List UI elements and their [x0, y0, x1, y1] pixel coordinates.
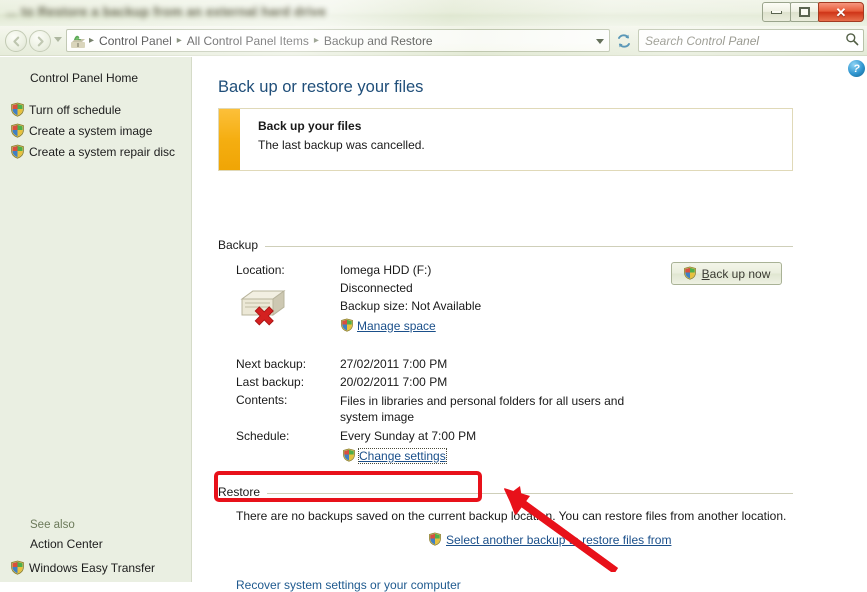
breadcrumb-control-panel[interactable]: Control Panel	[96, 33, 175, 49]
breadcrumb-backup-and-restore[interactable]: Backup and Restore	[321, 33, 436, 49]
backup-status-alert: Back up your files The last backup was c…	[218, 108, 793, 171]
manage-space-label: Manage space	[357, 318, 436, 333]
recent-pages-chevron-down-icon[interactable]	[54, 37, 62, 42]
external-drive-disconnected-icon	[236, 285, 290, 333]
shield-icon	[428, 532, 443, 547]
sidebar-item-turn-off-schedule[interactable]: Turn off schedule	[0, 99, 192, 120]
close-button[interactable]: ✕	[818, 2, 864, 22]
sidebar-item-label: Create a system repair disc	[29, 144, 176, 159]
recover-system-settings-link[interactable]: Recover system settings or your computer	[236, 578, 461, 592]
alert-description: The last backup was cancelled.	[258, 138, 425, 152]
select-another-backup-label: Select another backup to restore files f…	[446, 532, 672, 547]
minimize-icon	[771, 10, 782, 14]
alert-title: Back up your files	[258, 119, 362, 133]
shield-icon	[340, 318, 355, 333]
shield-icon	[10, 102, 25, 117]
next-backup-value: 27/02/2011 7:00 PM	[340, 357, 448, 371]
back-up-now-label: Back up now	[701, 266, 771, 281]
window-controls: ✕	[762, 2, 864, 22]
shield-icon	[683, 266, 698, 281]
sidebar-item-label: Windows Easy Transfer	[29, 560, 156, 575]
change-settings-link[interactable]: Change settings	[340, 447, 448, 464]
address-dropdown-chevron-down-icon[interactable]	[596, 39, 604, 44]
forward-button[interactable]	[29, 30, 51, 52]
breadcrumb-all-control-panel-items[interactable]: All Control Panel Items	[184, 33, 312, 49]
close-icon: ✕	[835, 4, 847, 20]
recover-system-settings-label: Recover system settings or your computer	[236, 578, 461, 592]
back-arrow-icon	[12, 36, 19, 46]
restore-group-label: Restore	[218, 485, 261, 499]
alert-accent-bar	[219, 109, 240, 170]
shield-icon	[10, 560, 25, 575]
refresh-button[interactable]	[612, 29, 636, 52]
maximize-icon	[799, 7, 810, 17]
location-status: Disconnected	[340, 281, 413, 295]
location-value: Iomega HDD (F:)	[340, 263, 432, 277]
address-toolbar: ▸ Control Panel ▸ All Control Panel Item…	[0, 26, 867, 56]
sidebar: Control Panel Home Turn off schedule Cre…	[0, 57, 192, 582]
back-button[interactable]	[5, 30, 27, 52]
window-title: ... to Restore a backup from an external…	[6, 4, 327, 19]
sidebar-item-label: Create a system image	[29, 123, 153, 138]
help-icon[interactable]: ?	[848, 60, 865, 77]
sidebar-top-section: Control Panel Home Turn off schedule Cre…	[0, 57, 192, 162]
backup-group-label: Backup	[218, 238, 259, 252]
manage-space-link[interactable]: Manage space	[340, 318, 436, 333]
schedule-value: Every Sunday at 7:00 PM	[340, 429, 477, 443]
address-bar[interactable]: ▸ Control Panel ▸ All Control Panel Item…	[66, 29, 610, 52]
maximize-button[interactable]	[790, 2, 819, 22]
sidebar-item-control-panel-home[interactable]: Control Panel Home	[0, 57, 192, 85]
schedule-label: Schedule:	[236, 429, 290, 443]
shield-icon	[342, 448, 357, 463]
sidebar-item-label: Turn off schedule	[29, 102, 122, 117]
search-input[interactable]: Search Control Panel	[638, 29, 864, 52]
minimize-button[interactable]	[762, 2, 791, 22]
window-titlebar: ... to Restore a backup from an external…	[0, 0, 867, 26]
select-another-backup-link[interactable]: Select another backup to restore files f…	[428, 532, 671, 547]
restore-description: There are no backups saved on the curren…	[236, 509, 787, 523]
next-backup-label: Next backup:	[236, 357, 307, 371]
breadcrumb-separator: ▸	[176, 35, 182, 46]
contents-value: Files in libraries and personal folders …	[340, 394, 625, 424]
last-backup-label: Last backup:	[236, 375, 305, 389]
breadcrumb-separator: ▸	[313, 35, 319, 46]
page-title: Back up or restore your files	[218, 78, 424, 96]
sidebar-item-windows-easy-transfer[interactable]: Windows Easy Transfer	[0, 557, 192, 578]
search-placeholder: Search Control Panel	[645, 33, 760, 48]
last-backup-value: 20/02/2011 7:00 PM	[340, 375, 448, 389]
alert-text-block: Back up your files The last backup was c…	[240, 109, 425, 170]
sidebar-see-also-section: See also Action Center Windows Easy Tran…	[0, 519, 192, 578]
main-pane: ? Back up or restore your files Back up …	[192, 57, 867, 592]
contents-label: Contents:	[236, 393, 288, 407]
see-also-label: See also	[30, 519, 75, 531]
sidebar-task-links: Turn off schedule Create a system image …	[0, 99, 192, 162]
backup-group-header: Backup	[218, 238, 793, 252]
back-up-now-button[interactable]: Back up now	[671, 262, 782, 285]
forward-arrow-icon	[37, 36, 44, 46]
content-area: Control Panel Home Turn off schedule Cre…	[0, 57, 867, 592]
refresh-icon	[618, 33, 630, 48]
window-frame: ... to Restore a backup from an external…	[0, 0, 867, 592]
backup-size-value: Backup size: Not Available	[340, 299, 482, 313]
shield-icon	[10, 144, 25, 159]
control-panel-icon	[70, 33, 86, 49]
change-settings-label: Change settings	[358, 447, 447, 464]
search-icon	[845, 32, 859, 49]
sidebar-item-create-a-system-repair-disc[interactable]: Create a system repair disc	[0, 141, 192, 162]
sidebar-item-action-center[interactable]: Action Center	[0, 535, 192, 557]
divider	[265, 245, 793, 247]
breadcrumb-separator: ▸	[89, 35, 95, 46]
restore-group-header: Restore	[218, 485, 793, 499]
shield-icon	[10, 123, 25, 138]
sidebar-item-create-a-system-image[interactable]: Create a system image	[0, 120, 192, 141]
divider	[267, 492, 793, 494]
location-label: Location:	[236, 263, 285, 277]
sidebar-item-label: Action Center	[30, 537, 103, 551]
sidebar-home-label: Control Panel Home	[30, 71, 139, 85]
